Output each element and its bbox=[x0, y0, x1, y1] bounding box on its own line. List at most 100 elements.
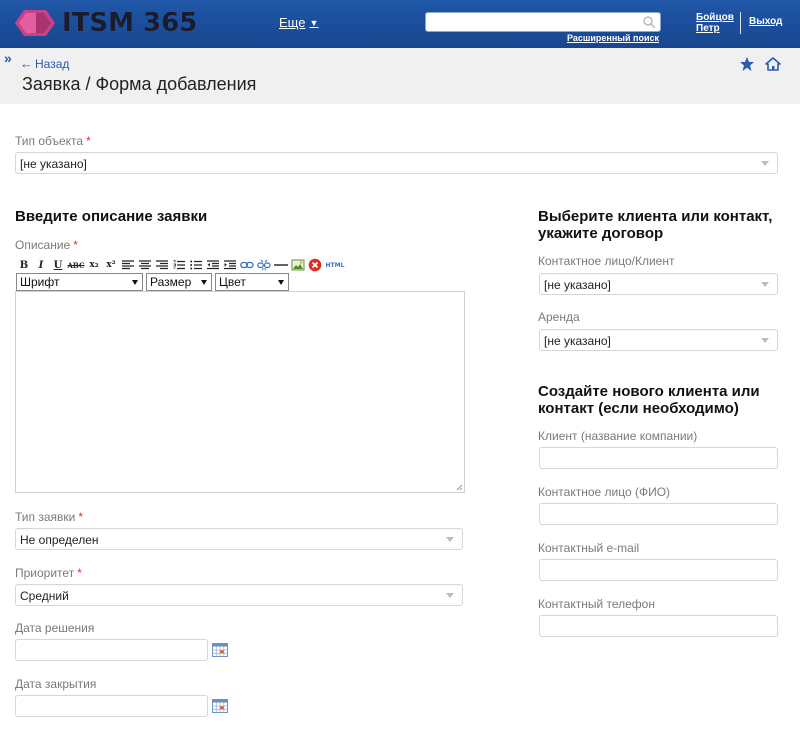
chevron-down-icon bbox=[132, 280, 138, 285]
more-menu[interactable]: Еще ▼ bbox=[279, 15, 318, 30]
search-input[interactable] bbox=[425, 12, 661, 32]
request-type-value: Не определен bbox=[20, 533, 99, 547]
lease-value: [не указано] bbox=[544, 334, 611, 348]
priority-select[interactable]: Средний bbox=[15, 584, 463, 606]
chevron-down-icon bbox=[278, 280, 284, 285]
logout-link[interactable]: Выход bbox=[749, 16, 782, 27]
back-arrow-icon: ← bbox=[20, 56, 33, 71]
unlink-button[interactable] bbox=[257, 259, 271, 271]
align-right-icon bbox=[156, 260, 168, 270]
html-source-button[interactable]: HTML bbox=[325, 259, 345, 271]
contact-phone-input[interactable] bbox=[539, 615, 778, 637]
bullet-list-button[interactable] bbox=[189, 259, 203, 271]
indent-icon bbox=[224, 260, 236, 270]
remove-format-button[interactable] bbox=[308, 258, 322, 272]
star-icon[interactable] bbox=[739, 56, 755, 72]
user-first-line: Бойцов bbox=[696, 12, 734, 23]
client-company-label: Клиент (название компании) bbox=[538, 429, 698, 443]
required-marker: * bbox=[78, 510, 84, 524]
description-label-text: Описание bbox=[15, 238, 71, 252]
priority-label: Приоритет * bbox=[15, 566, 82, 580]
indent-button[interactable] bbox=[223, 259, 237, 271]
bold-button[interactable]: B bbox=[17, 259, 31, 271]
resize-grip-icon[interactable] bbox=[455, 483, 463, 491]
subscript-button[interactable]: x₂ bbox=[87, 259, 101, 271]
insert-link-button[interactable] bbox=[240, 259, 254, 271]
link-icon bbox=[240, 261, 254, 269]
horizontal-rule-icon bbox=[274, 264, 288, 266]
request-type-select[interactable]: Не определен bbox=[15, 528, 463, 550]
color-select[interactable]: Цвет bbox=[215, 273, 289, 291]
underline-button[interactable]: U bbox=[51, 259, 65, 271]
chevron-down-icon bbox=[446, 593, 454, 598]
app-logo[interactable]: ITSM 365 bbox=[14, 8, 197, 38]
object-type-select[interactable]: [не указано] bbox=[15, 152, 778, 174]
horizontal-rule-button[interactable] bbox=[274, 259, 288, 271]
chevron-down-icon bbox=[761, 161, 769, 166]
align-center-icon bbox=[139, 260, 151, 270]
size-select[interactable]: Размер bbox=[146, 273, 212, 291]
home-icon[interactable] bbox=[765, 56, 781, 72]
bullet-list-icon bbox=[190, 260, 202, 270]
back-link-label: Назад bbox=[35, 56, 70, 71]
lease-select[interactable]: [не указано] bbox=[539, 329, 778, 351]
client-section-title-line1: Выберите клиента или контакт, bbox=[538, 208, 773, 225]
ordered-list-button[interactable] bbox=[172, 259, 186, 271]
calendar-icon[interactable] bbox=[212, 699, 228, 713]
client-section-title: Выберите клиента или контакт, укажите до… bbox=[538, 208, 772, 242]
font-select[interactable]: Шрифт bbox=[16, 273, 143, 291]
resolution-date-label: Дата решения bbox=[15, 621, 95, 635]
client-company-input[interactable] bbox=[539, 447, 778, 469]
contact-client-value: [не указано] bbox=[544, 278, 611, 292]
size-select-label: Размер bbox=[150, 275, 192, 289]
chevron-down-icon bbox=[761, 282, 769, 287]
contact-email-label: Контактный e-mail bbox=[538, 541, 640, 555]
superscript-button[interactable]: x² bbox=[104, 259, 118, 271]
font-select-label: Шрифт bbox=[20, 275, 60, 289]
description-section-title: Введите описание заявки bbox=[15, 208, 208, 225]
request-type-label: Тип заявки * bbox=[15, 510, 83, 524]
top-bar: ITSM 365 Еще ▼ Расширенный поиск Бойцов … bbox=[0, 0, 800, 48]
contact-email-input[interactable] bbox=[539, 559, 778, 581]
editor-toolbar: B I U ABC x₂ x² HTML bbox=[17, 258, 345, 272]
caret-down-icon: ▼ bbox=[309, 17, 319, 28]
contact-client-select[interactable]: [не указано] bbox=[539, 273, 778, 295]
hexagon-logo-icon bbox=[15, 10, 55, 36]
strikethrough-button[interactable]: ABC bbox=[67, 259, 84, 271]
advanced-search-link[interactable]: Расширенный поиск bbox=[567, 33, 659, 43]
expand-sidebar-toggle[interactable]: » bbox=[4, 50, 12, 66]
ordered-list-icon bbox=[173, 260, 185, 270]
new-client-section-title-line2: контакт (если необходимо) bbox=[538, 400, 739, 417]
page-header: » ← Назад Заявка / Форма добавления bbox=[0, 48, 800, 104]
contact-person-input[interactable] bbox=[539, 503, 778, 525]
italic-button[interactable]: I bbox=[34, 259, 48, 271]
priority-value: Средний bbox=[20, 589, 69, 603]
outdent-icon bbox=[207, 260, 219, 270]
resolution-date-input[interactable] bbox=[15, 639, 208, 661]
object-type-label-text: Тип объекта bbox=[15, 134, 84, 148]
chevron-down-icon bbox=[446, 537, 454, 542]
object-type-label: Тип объекта * bbox=[15, 134, 91, 148]
closing-date-input[interactable] bbox=[15, 695, 208, 717]
client-section-title-line2: укажите договор bbox=[538, 225, 664, 242]
search-icon[interactable] bbox=[642, 15, 656, 29]
description-editor[interactable] bbox=[15, 291, 465, 493]
chevron-down-icon bbox=[201, 280, 207, 285]
contact-phone-label: Контактный телефон bbox=[538, 597, 655, 611]
align-left-button[interactable] bbox=[121, 259, 135, 271]
required-marker: * bbox=[77, 566, 82, 580]
priority-label-text: Приоритет bbox=[15, 566, 75, 580]
align-center-button[interactable] bbox=[138, 259, 152, 271]
description-label: Описание * bbox=[15, 238, 78, 252]
align-right-button[interactable] bbox=[155, 259, 169, 271]
outdent-button[interactable] bbox=[206, 259, 220, 271]
lease-label: Аренда bbox=[538, 310, 580, 324]
chevron-down-icon bbox=[761, 338, 769, 343]
calendar-icon[interactable] bbox=[212, 643, 228, 657]
new-client-section-title: Создайте нового клиента или контакт (есл… bbox=[538, 383, 760, 417]
required-marker: * bbox=[73, 238, 78, 252]
user-profile-link[interactable]: Бойцов Петр bbox=[696, 12, 736, 34]
insert-image-button[interactable] bbox=[291, 259, 305, 271]
back-link[interactable]: ← Назад bbox=[20, 56, 69, 71]
page-title: Заявка / Форма добавления bbox=[22, 74, 257, 94]
